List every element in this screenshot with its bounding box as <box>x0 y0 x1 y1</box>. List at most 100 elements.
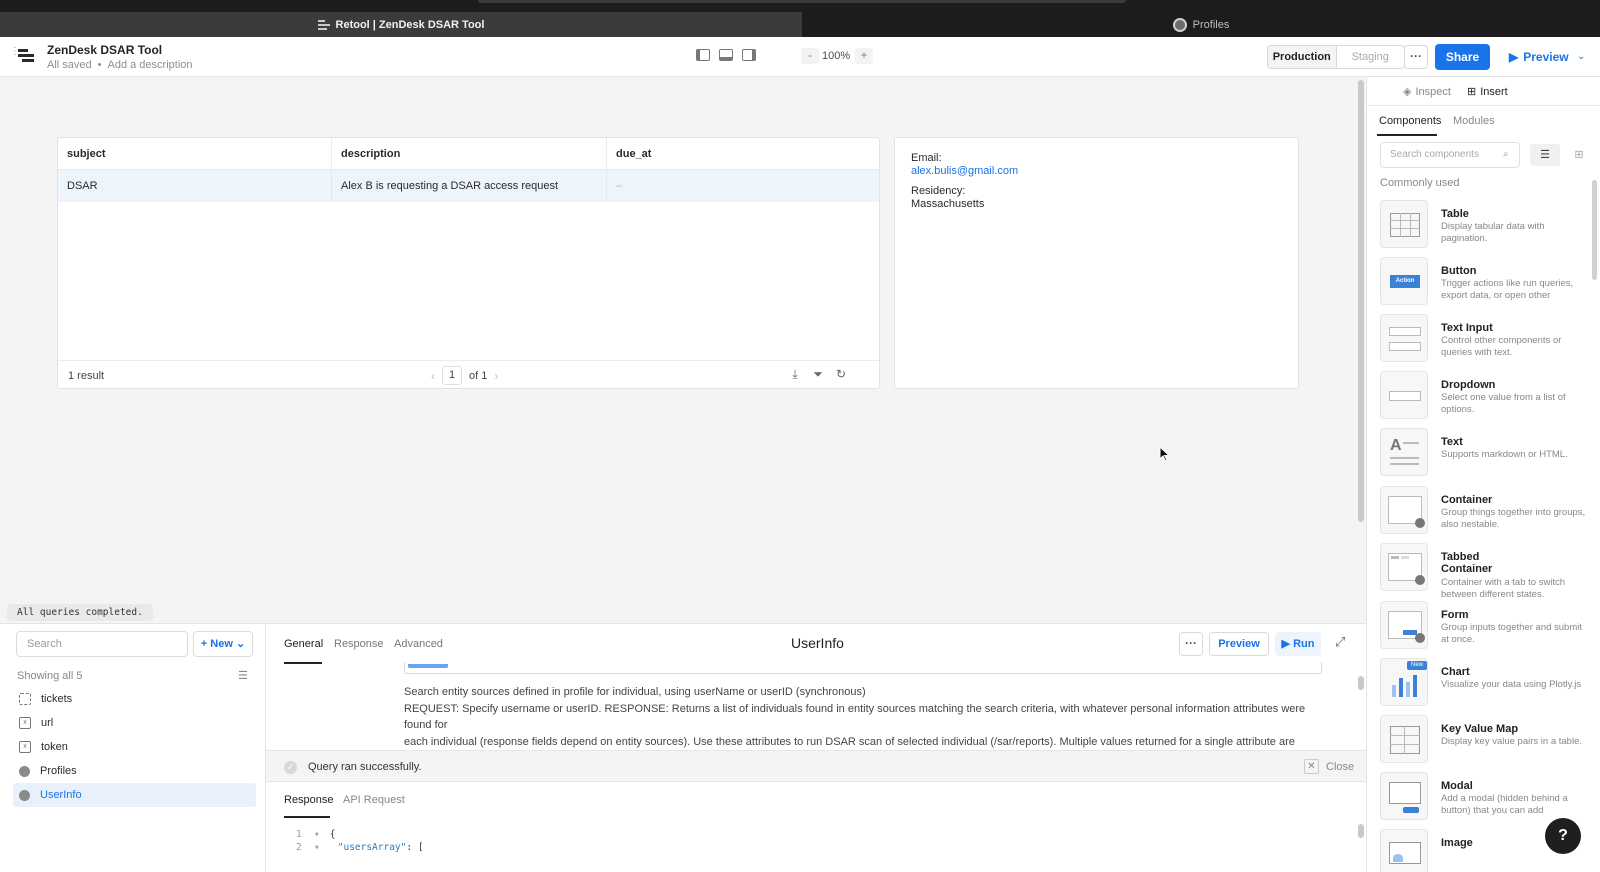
canvas-scrollbar[interactable] <box>1358 80 1364 522</box>
column-header-description[interactable]: description <box>332 138 607 170</box>
line-number: 1 <box>296 829 302 840</box>
tab-general[interactable]: General <box>284 638 323 650</box>
save-status: All saved <box>47 59 92 71</box>
tab-api-request[interactable]: API Request <box>343 794 405 806</box>
bottom-panel-toggle-icon[interactable] <box>719 49 733 61</box>
download-icon[interactable]: ⤓ <box>788 367 802 381</box>
editor-scrollbar[interactable] <box>1358 676 1364 690</box>
browser-tab-profiles[interactable]: Profiles <box>802 12 1600 37</box>
right-panel-toggle-icon[interactable] <box>742 49 756 61</box>
add-description-link[interactable]: Add a description <box>108 59 193 71</box>
chevron-down-icon[interactable]: ⌄ <box>1577 51 1585 62</box>
query-item-token[interactable]: x token <box>13 735 256 759</box>
email-link[interactable]: alex.bulis@gmail.com <box>911 165 1018 177</box>
drag-handle-icon[interactable]: ⋮ <box>10 47 20 64</box>
tab-advanced[interactable]: Advanced <box>394 638 443 650</box>
code-text: : [ <box>406 842 424 853</box>
column-header-subject[interactable]: subject <box>58 138 332 170</box>
component-text-input[interactable]: Text Input Control other components or q… <box>1380 314 1585 366</box>
check-icon: ✓ <box>284 761 297 774</box>
browser-tab-retool[interactable]: Retool | ZenDesk DSAR Tool <box>0 12 802 37</box>
run-query-button[interactable]: ▶ Run <box>1275 632 1321 656</box>
user-detail-container: Email: alex.bulis@gmail.com Residency: M… <box>894 137 1299 389</box>
sliders-icon[interactable]: ☰ <box>238 669 248 682</box>
zoom-in-button[interactable]: + <box>855 48 873 64</box>
share-button[interactable]: Share <box>1435 44 1490 70</box>
table-row[interactable]: DSAR Alex B is requesting a DSAR access … <box>58 170 879 202</box>
close-icon[interactable]: ✕ <box>1304 759 1319 774</box>
component-description: Select one value from a list of options. <box>1441 392 1566 415</box>
query-item-tickets[interactable]: tickets <box>13 687 256 711</box>
query-item-url[interactable]: x url <box>13 711 256 735</box>
component-container[interactable]: Container Group things together into gro… <box>1380 486 1585 538</box>
response-scrollbar[interactable] <box>1358 824 1364 838</box>
email-label: Email: <box>911 152 942 164</box>
description-line: REQUEST: Specify username or userID. RES… <box>404 702 1306 732</box>
query-item-profiles[interactable]: Profiles <box>13 759 256 783</box>
query-item-userinfo[interactable]: UserInfo <box>13 783 256 807</box>
query-preview-button[interactable]: Preview <box>1209 632 1269 656</box>
refresh-icon[interactable]: ↻ <box>834 367 848 381</box>
code-line: 2 ▾ "usersArray": [ <box>296 842 424 853</box>
env-production-button[interactable]: Production <box>1268 46 1337 68</box>
component-dropdown[interactable]: Dropdown Select one value from a list of… <box>1380 371 1585 423</box>
filter-icon[interactable]: ⏷ <box>811 367 825 381</box>
tab-components[interactable]: Components <box>1379 115 1441 127</box>
query-search-input[interactable]: Search <box>16 631 188 657</box>
component-name: Form <box>1441 609 1469 621</box>
new-query-button[interactable]: + New ⌄ <box>193 631 253 657</box>
browser-tab-title: Retool | ZenDesk DSAR Tool <box>335 18 485 31</box>
left-panel-toggle-icon[interactable] <box>696 49 710 61</box>
component-name: Modal <box>1441 780 1473 792</box>
component-tabbed-container[interactable]: Tabbed Container Container with a tab to… <box>1380 543 1585 600</box>
result-count: 1 result <box>68 370 105 382</box>
tab-label: Insert <box>1480 85 1508 98</box>
tab-modules[interactable]: Modules <box>1453 115 1495 127</box>
button-thumbnail-icon: Action <box>1380 257 1428 305</box>
grid-view-icon[interactable]: ⊞ <box>1564 144 1594 166</box>
fold-arrow-icon[interactable]: ▾ <box>314 842 320 853</box>
page-input[interactable]: 1 <box>442 366 462 385</box>
retool-logo-icon[interactable] <box>18 49 34 63</box>
component-table[interactable]: Table Display tabular data with paginati… <box>1380 200 1585 252</box>
success-message: Query ran successfully. <box>308 761 422 773</box>
query-more-button[interactable]: ··· <box>1179 632 1203 656</box>
endpoint-select-field[interactable] <box>404 662 1322 674</box>
component-modal[interactable]: Modal Add a modal (hidden behind a butto… <box>1380 772 1585 824</box>
env-staging-button[interactable]: Staging <box>1337 46 1405 68</box>
active-tab-indicator <box>1377 134 1437 136</box>
expand-icon[interactable]: ⤢ <box>1335 634 1345 650</box>
component-name: Tabbed Container <box>1441 551 1493 575</box>
tab-response[interactable]: Response <box>334 638 384 650</box>
component-name: Text Input <box>1441 322 1493 334</box>
component-description: Visualize your data using Plotly.js <box>1441 679 1582 690</box>
component-search-input[interactable]: Search components <box>1380 142 1520 168</box>
component-description: Display tabular data with pagination. <box>1441 221 1545 244</box>
column-header-due-at[interactable]: due_at <box>607 138 879 170</box>
query-title[interactable]: UserInfo <box>791 635 844 651</box>
component-chart[interactable]: New Chart Visualize your data using Plot… <box>1380 658 1585 710</box>
component-description: Add a modal (hidden behind a button) tha… <box>1441 793 1568 816</box>
zoom-out-button[interactable]: - <box>801 48 819 64</box>
list-view-icon[interactable]: ☰ <box>1530 144 1560 166</box>
new-query-label: + New <box>200 638 233 650</box>
chevron-right-icon[interactable]: › <box>494 369 498 383</box>
variable-icon: x <box>19 741 31 753</box>
component-form[interactable]: Form Group inputs together and submit at… <box>1380 601 1585 653</box>
tab-insert[interactable]: ⊞ Insert <box>1467 85 1508 99</box>
component-button[interactable]: Action Button Trigger actions like run q… <box>1380 257 1585 309</box>
panel-scrollbar[interactable] <box>1592 180 1597 280</box>
more-options-button[interactable]: ··· <box>1404 45 1428 69</box>
app-title[interactable]: ZenDesk DSAR Tool <box>47 43 162 57</box>
fold-arrow-icon[interactable]: ▾ <box>314 829 320 840</box>
table-header-row: subject description due_at <box>58 138 879 170</box>
chevron-left-icon[interactable]: ‹ <box>431 369 435 383</box>
help-button[interactable]: ? <box>1545 818 1581 854</box>
component-key-value-map[interactable]: Key Value Map Display key value pairs in… <box>1380 715 1585 767</box>
close-button[interactable]: Close <box>1326 761 1354 773</box>
tab-inspect[interactable]: ◈ Inspect <box>1403 85 1451 99</box>
preview-button[interactable]: ▶ Preview <box>1497 44 1579 70</box>
component-text[interactable]: A Text Supports markdown or HTML. <box>1380 428 1585 480</box>
tab-response-output[interactable]: Response <box>284 794 334 806</box>
code-key: "usersArray" <box>337 842 407 853</box>
